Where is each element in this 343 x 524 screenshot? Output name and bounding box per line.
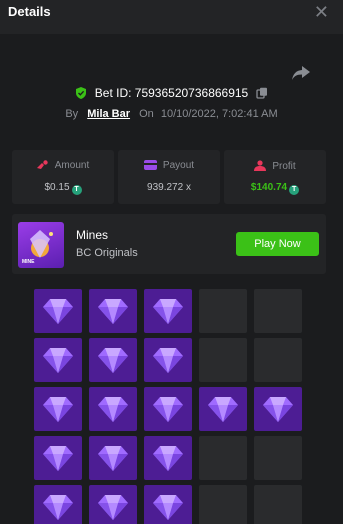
gem-icon [98, 299, 128, 324]
mines-game-thumbnail[interactable]: MINE [18, 222, 64, 268]
gem-icon [153, 495, 183, 520]
profit-user-icon [254, 160, 267, 171]
gem-tile [144, 338, 192, 382]
by-label: By [65, 108, 79, 120]
user-link[interactable]: Mila Bar [87, 108, 130, 120]
gem-tile [89, 338, 137, 382]
gem-tile [199, 387, 247, 431]
empty-tile [254, 485, 302, 524]
payout-card: Payout 939.272 x [118, 150, 220, 204]
empty-tile [254, 436, 302, 480]
profit-card: Profit $140.74 T [224, 150, 326, 204]
gem-tile [144, 436, 192, 480]
tether-icon: T [71, 185, 82, 195]
gem-icon [43, 446, 73, 471]
profit-label: Profit [272, 161, 296, 172]
bet-id: Bet ID: 75936520736866915 [94, 86, 249, 100]
gem-tile [144, 485, 192, 524]
gem-icon [153, 397, 183, 422]
game-name: Mines [76, 228, 109, 242]
empty-tile [199, 485, 247, 524]
profit-value: $140.74 [250, 182, 288, 193]
gem-tile [34, 289, 82, 333]
play-now-button[interactable]: Play Now [236, 232, 319, 256]
gem-icon [43, 348, 73, 373]
coins-icon [36, 160, 48, 169]
gem-tile [34, 387, 82, 431]
game-card: MINE Mines BC Originals Play Now [12, 214, 326, 274]
gem-icon [43, 299, 73, 324]
gem-icon [98, 495, 128, 520]
gem-icon [43, 495, 73, 520]
empty-tile [199, 338, 247, 382]
empty-tile [199, 289, 247, 333]
bet-id-line: Bet ID: 75936520736866915 [0, 86, 343, 100]
gem-icon [153, 299, 183, 324]
gem-tile [89, 436, 137, 480]
gem-icon [153, 348, 183, 373]
gem-tile [89, 387, 137, 431]
gem-icon [153, 446, 183, 471]
share-icon[interactable] [292, 66, 310, 80]
gem-icon [43, 397, 73, 422]
gem-icon [98, 397, 128, 422]
amount-label: Amount [54, 160, 90, 171]
bet-meta: By Mila Bar On 10/10/2022, 7:02:41 AM [0, 108, 343, 120]
gem-tile [34, 485, 82, 524]
gem-icon [208, 397, 238, 422]
payout-label: Payout [162, 160, 195, 171]
empty-tile [199, 436, 247, 480]
gem-icon [263, 397, 293, 422]
amount-card: Amount $0.15 T [12, 150, 114, 204]
gem-tile [144, 387, 192, 431]
payout-value: 939.272 x [147, 182, 191, 193]
gem-tile [254, 387, 302, 431]
gem-tile [144, 289, 192, 333]
thumbnail-label: MINE [22, 259, 35, 265]
gem-tile [34, 338, 82, 382]
details-header: Details ✕ [0, 0, 343, 34]
shield-check-icon [76, 87, 87, 99]
page-title: Details [8, 4, 51, 19]
gem-tile [34, 436, 82, 480]
bet-datetime: 10/10/2022, 7:02:41 AM [160, 108, 278, 120]
gem-tile [89, 485, 137, 524]
gem-icon [98, 446, 128, 471]
empty-tile [254, 289, 302, 333]
close-icon[interactable]: ✕ [314, 2, 329, 22]
tether-icon: T [289, 185, 300, 195]
amount-value: $0.15 [44, 182, 70, 193]
gem-icon [98, 348, 128, 373]
wallet-icon [143, 160, 157, 170]
copy-icon[interactable] [255, 87, 268, 99]
on-label: On [139, 108, 154, 120]
empty-tile [254, 338, 302, 382]
game-provider: BC Originals [76, 247, 138, 259]
gem-tile [89, 289, 137, 333]
